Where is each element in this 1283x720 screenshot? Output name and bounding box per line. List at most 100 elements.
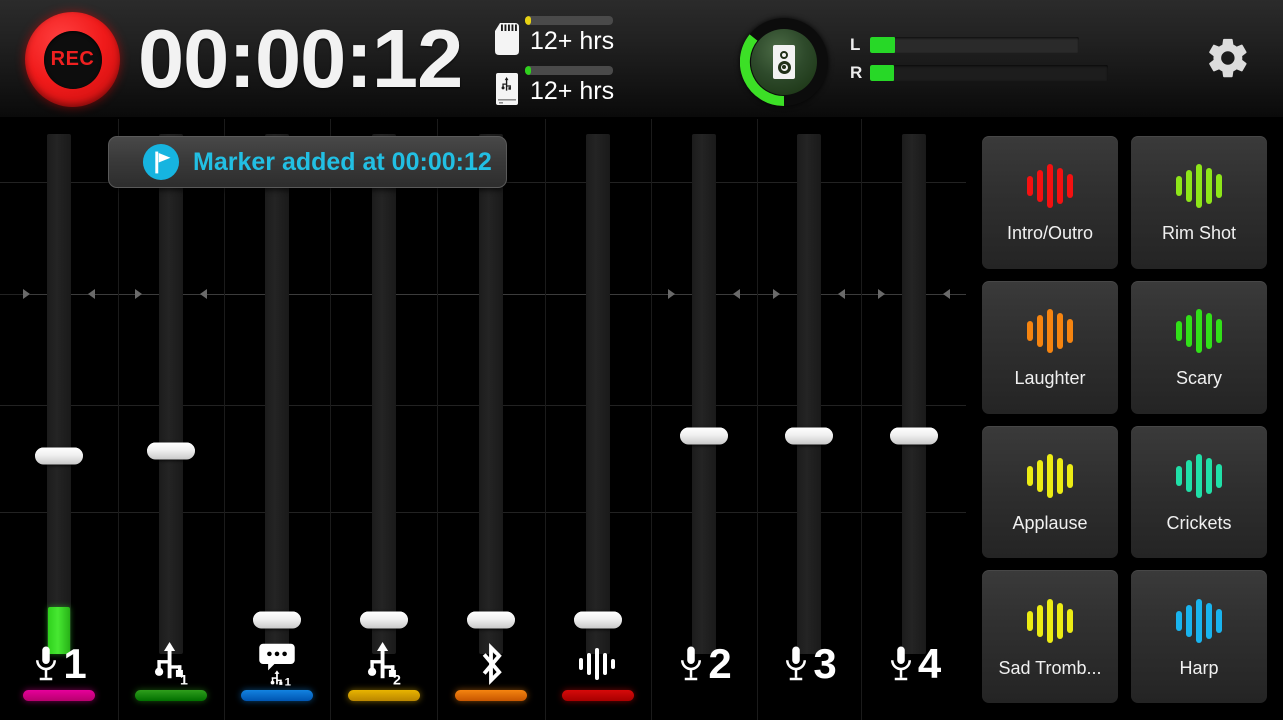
channel-icon-row: 4 [886,640,941,688]
fader-arrow-left [88,289,95,299]
recorder-app: REC 00:00:12 12+ hrs 12+ hrs L R 1 1 1 2… [0,0,1283,720]
fader-track[interactable] [47,134,71,654]
pad-label: Sad Tromb... [998,657,1102,678]
usb-capacity-label: 12+ hrs [530,77,615,105]
waveform-icon [579,648,615,680]
record-button[interactable]: REC [25,12,120,107]
channel-icon-row: 2 [676,640,732,688]
microphone-icon [786,646,807,681]
channel-icon-row [577,640,619,688]
fader-arrow-left [838,289,845,299]
sound-pad-grid: Intro/Outro Rim Shot Laughter Scary Applause… [966,119,1283,720]
speaker-icon [773,45,795,79]
timer-display: 00:00:12 [138,12,463,105]
channel-strip-usb-1[interactable]: 1 [118,119,224,720]
sd-capacity-label: 12+ hrs [530,27,615,55]
channel-number: 2 [708,640,732,687]
level-meter-left-fill [870,37,896,53]
channel-footer: 4 [861,640,966,720]
channel-strip-mic-1[interactable]: 1 [0,119,118,720]
storage-sd-row[interactable]: 12+ hrs [493,16,615,56]
fader-track[interactable] [265,134,289,654]
channel-strip-bluetooth[interactable] [437,119,545,720]
header-bar: REC 00:00:12 12+ hrs 12+ hrs L R [0,0,1283,118]
pad-label: Intro/Outro [1006,223,1094,244]
channel-strip-mic-3[interactable]: 3 [757,119,861,720]
microphone-icon [890,646,911,681]
level-meter-left-track [870,37,1079,53]
fader-arrow-right [23,289,30,299]
pad-label: Harp [1179,657,1219,678]
channel-footer [545,640,651,720]
channel-footer: 2 [330,640,437,720]
channel-strip-usb-2[interactable]: 2 [330,119,437,720]
fader-handle[interactable] [680,427,728,445]
channel-icon-row: 2 [367,640,401,688]
fader-track[interactable] [692,134,716,654]
fader-handle[interactable] [35,447,83,465]
fader-arrow-left [942,289,950,299]
fader-arrow-right [135,289,142,299]
gear-icon [1209,38,1247,78]
channel-color-bar [23,690,95,701]
mixer-area: 1 1 1 2 2 3 4 [0,119,966,720]
channel-footer: 1 [0,640,118,720]
fader-track[interactable] [371,134,396,654]
channel-footer [437,640,545,720]
fader-handle[interactable] [359,611,408,629]
fader-track[interactable] [901,134,926,654]
channel-icon-row: 1 [258,640,296,688]
channel-color-bar [347,690,420,701]
fader-handle[interactable] [253,611,301,629]
channel-strip-chat-usb-1[interactable]: 1 [224,119,330,720]
sd-card-icon [493,22,521,56]
fader-track[interactable] [586,134,610,654]
channel-footer: 2 [651,640,757,720]
marker-toast-text: Marker added at 00:00:12 [193,147,492,176]
channel-icon-row: 3 [781,640,837,688]
storage-usb-row[interactable]: 12+ hrs [493,66,615,106]
level-meter-right-track [870,65,1108,81]
sound-pad-crickets[interactable]: Crickets [1131,425,1267,559]
pad-waveform-icon [1027,160,1073,212]
channel-strip-mic-4[interactable]: 4 [861,119,966,720]
channel-number: 4 [917,640,942,687]
usb-drive-icon [493,72,521,106]
sound-pad-rim-shot[interactable]: Rim Shot [1131,136,1267,269]
svg-text:1: 1 [180,673,188,686]
channel-footer: 1 [224,640,330,720]
svg-text:2: 2 [393,673,401,686]
sound-pad-sad-tromb[interactable]: Sad Tromb... [982,570,1118,703]
fader-handle[interactable] [889,427,938,445]
channel-strip-mic-2[interactable]: 2 [651,119,757,720]
sound-pad-applause[interactable]: Applause [982,425,1118,559]
pad-label: Crickets [1166,512,1232,533]
fader-handle[interactable] [785,427,833,445]
fader-handle[interactable] [147,442,195,460]
channel-color-bar [241,690,313,701]
sound-pad-laughter[interactable]: Laughter [982,280,1118,414]
sound-pad-harp[interactable]: Harp [1131,570,1267,703]
monitor-volume-knob[interactable] [740,18,828,106]
sound-pad-intro-outro[interactable]: Intro/Outro [982,136,1118,269]
fader-handle[interactable] [574,611,622,629]
marker-toast[interactable]: Marker added at 00:00:12 [108,136,507,188]
channel-icon-row: 1 [154,640,188,688]
fader-track[interactable] [479,134,503,654]
channel-strip-sound-fx[interactable] [545,119,651,720]
pad-waveform-icon [1027,450,1073,502]
level-meter-right-fill [870,65,894,81]
chat-bubble-usb-icon: 1 [259,643,295,687]
settings-button[interactable] [1204,34,1252,82]
fader-arrow-left [733,289,740,299]
fader-track[interactable] [159,134,183,654]
pad-label: Scary [1175,368,1222,389]
level-meter-left: L [850,35,1079,55]
fader-track[interactable] [797,134,821,654]
pad-waveform-icon [1176,160,1222,212]
channel-color-bar [562,690,634,701]
channel-color-bar [455,690,527,701]
fader-handle[interactable] [467,611,515,629]
monitor-knob-face [751,29,817,95]
sound-pad-scary[interactable]: Scary [1131,280,1267,414]
